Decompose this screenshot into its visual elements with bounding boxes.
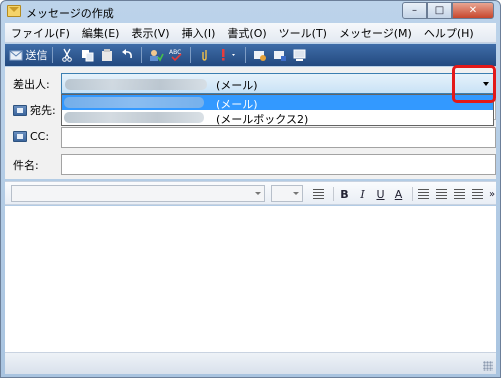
cc-field[interactable] xyxy=(61,127,496,148)
window-controls: – □ ✕ xyxy=(402,2,494,19)
toolbar-separator xyxy=(245,47,246,63)
decrease-indent-button[interactable] xyxy=(452,186,467,202)
bullet-list-icon xyxy=(436,189,447,199)
menu-help[interactable]: ヘルプ(H) xyxy=(418,25,480,41)
envelope-icon xyxy=(7,5,21,17)
undo-button[interactable] xyxy=(117,46,137,64)
to-address-book-icon[interactable] xyxy=(13,104,27,116)
menu-format[interactable]: 書式(O) xyxy=(221,25,272,41)
encrypt-icon xyxy=(274,50,286,61)
cc-label-group: CC: xyxy=(13,130,49,143)
copy-button[interactable] xyxy=(77,46,97,64)
bold-button[interactable]: B xyxy=(337,186,352,202)
from-label: 差出人: xyxy=(13,78,50,91)
spelling-button[interactable]: ABC xyxy=(166,46,186,64)
format-separator xyxy=(412,187,413,201)
annotation-highlight xyxy=(452,65,496,103)
numbered-list-icon xyxy=(418,189,429,199)
cc-address-book-icon[interactable] xyxy=(13,131,27,142)
format-toolbar: B I U A » xyxy=(5,181,496,205)
send-icon xyxy=(9,50,22,61)
menu-insert[interactable]: 挿入(I) xyxy=(176,25,222,41)
close-button[interactable]: ✕ xyxy=(452,2,494,19)
menu-edit[interactable]: 編集(E) xyxy=(76,25,126,41)
cut-button[interactable] xyxy=(57,46,77,64)
copy-icon xyxy=(81,49,93,61)
undo-icon xyxy=(121,49,132,59)
paragraph-style-button[interactable] xyxy=(309,186,327,202)
dropdown-option[interactable]: (メールボックス2) xyxy=(62,110,493,126)
redacted-account xyxy=(64,97,204,108)
to-label: 宛先: xyxy=(30,104,56,117)
priority-button[interactable] xyxy=(215,46,241,64)
bullet-list-button[interactable] xyxy=(434,186,449,202)
menu-file[interactable]: ファイル(F) xyxy=(5,25,76,41)
decrease-indent-icon xyxy=(454,189,465,199)
redacted-account xyxy=(64,112,204,123)
format-buttons: B I U A » xyxy=(309,185,499,203)
font-color-button[interactable]: A xyxy=(391,186,406,202)
from-select[interactable]: (メール) xyxy=(61,73,496,94)
cc-label: CC: xyxy=(30,130,50,143)
font-select[interactable] xyxy=(11,185,265,202)
size-dropdown-icon xyxy=(293,190,300,197)
send-label: 送信 xyxy=(25,49,48,62)
paste-icon xyxy=(102,48,112,61)
to-label-group: 宛先: xyxy=(13,102,56,118)
message-body[interactable] xyxy=(5,206,496,353)
underline-button[interactable]: U xyxy=(373,186,388,202)
toolbar-separator xyxy=(52,47,53,63)
from-value: (メール) xyxy=(216,79,258,92)
compose-window: メッセージの作成 – □ ✕ ファイル(F) 編集(E) 表示(V) 挿入(I)… xyxy=(0,0,501,378)
toolbar-separator xyxy=(190,47,191,63)
menu-bar: ファイル(F) 編集(E) 表示(V) 挿入(I) 書式(O) ツール(T) メ… xyxy=(5,23,496,43)
option-label: (メールボックス2) xyxy=(216,113,309,126)
dropdown-option[interactable]: (メール) xyxy=(62,95,493,111)
increase-indent-icon xyxy=(472,189,483,199)
subject-field[interactable] xyxy=(61,154,496,175)
italic-button[interactable]: I xyxy=(355,186,370,202)
increase-indent-button[interactable] xyxy=(470,186,485,202)
sign-button[interactable] xyxy=(250,46,270,64)
title-bar[interactable]: メッセージの作成 – □ ✕ xyxy=(1,1,500,23)
paragraph-style-icon xyxy=(312,189,324,199)
menu-tools[interactable]: ツール(T) xyxy=(273,25,333,41)
encrypt-button[interactable] xyxy=(270,46,290,64)
format-separator xyxy=(333,187,334,201)
attach-button[interactable] xyxy=(195,46,215,64)
redacted-account xyxy=(65,79,207,90)
from-dropdown-list: (メール) (メールボックス2) xyxy=(61,94,494,126)
numbered-list-button[interactable] xyxy=(416,186,431,202)
maximize-button[interactable]: □ xyxy=(427,2,452,19)
menu-message[interactable]: メッセージ(M) xyxy=(333,25,418,41)
toolbar-separator xyxy=(141,47,142,63)
paste-button[interactable] xyxy=(97,46,117,64)
subject-label: 件名: xyxy=(13,159,39,172)
font-dropdown-icon xyxy=(255,190,262,197)
attach-icon xyxy=(202,50,207,61)
sign-icon xyxy=(254,50,266,61)
send-button[interactable]: 送信 xyxy=(8,46,48,64)
check-names-icon xyxy=(149,49,164,62)
minimize-button[interactable]: – xyxy=(402,2,427,19)
font-size-select[interactable] xyxy=(271,185,303,202)
menu-view[interactable]: 表示(V) xyxy=(125,25,175,41)
status-bar xyxy=(5,353,496,374)
offline-icon xyxy=(293,49,306,61)
resize-grip-icon[interactable] xyxy=(483,361,493,371)
more-buttons-chevron[interactable]: » xyxy=(488,186,496,202)
cut-icon xyxy=(62,48,72,62)
priority-icon xyxy=(222,49,235,61)
main-toolbar: 送信 ABC xyxy=(5,44,496,66)
spelling-icon: ABC xyxy=(169,49,182,62)
check-names-button[interactable] xyxy=(146,46,166,64)
offline-button[interactable] xyxy=(290,46,310,64)
window-title: メッセージの作成 xyxy=(26,7,114,20)
